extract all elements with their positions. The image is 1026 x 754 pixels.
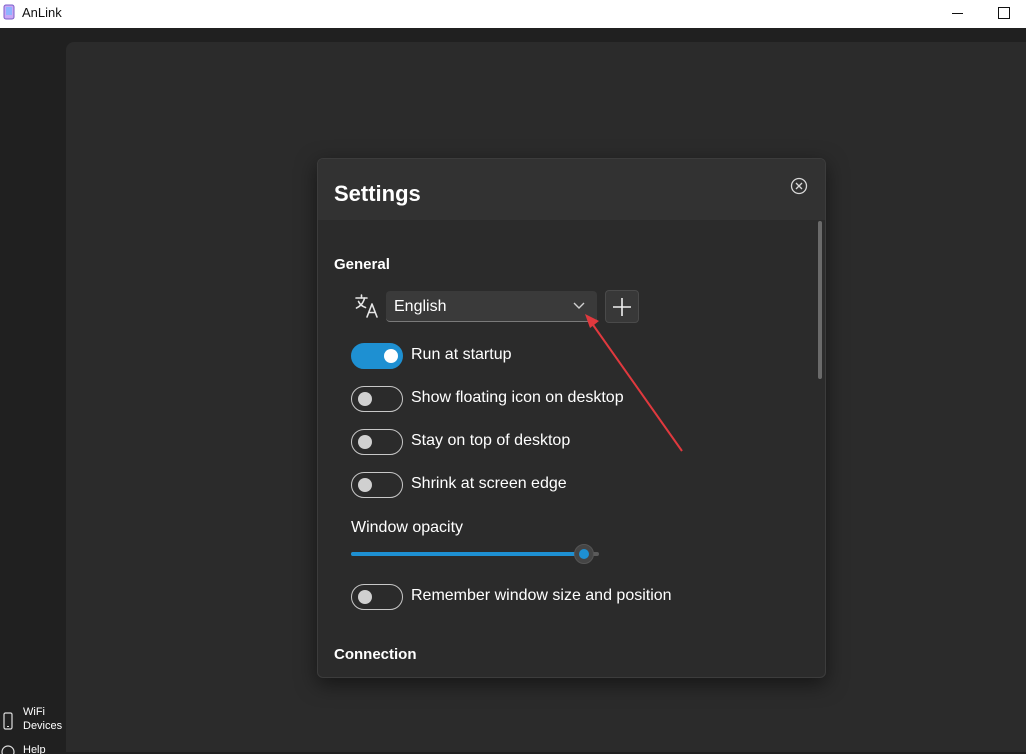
minimize-button[interactable] [934, 0, 980, 28]
setting-show-floating-icon: Show floating icon on desktop [351, 386, 791, 412]
toggle-switch[interactable] [351, 343, 403, 369]
phone-icon [3, 712, 13, 730]
section-heading-general: General [334, 256, 390, 273]
chevron-down-icon [573, 302, 585, 309]
section-heading-connection: Connection [334, 646, 417, 663]
slider-fill [351, 552, 585, 556]
language-dropdown[interactable]: English [386, 291, 597, 322]
maximize-button[interactable] [980, 0, 1026, 28]
plus-icon [613, 298, 631, 316]
sidebar: WiFi Devices Help [0, 28, 66, 754]
sidebar-item-label: Help [23, 744, 46, 754]
sidebar-item-wifi-devices[interactable]: WiFi Devices [0, 704, 66, 740]
close-icon[interactable] [790, 177, 808, 195]
language-selected-value: English [394, 298, 447, 315]
toggle-label: Run at startup [411, 346, 512, 363]
sidebar-item-help[interactable]: Help [0, 742, 66, 754]
dialog-title: Settings [334, 181, 421, 206]
scrollbar[interactable] [818, 221, 822, 379]
window-opacity-label: Window opacity [351, 519, 464, 536]
add-language-button[interactable] [605, 290, 639, 323]
toggle-switch[interactable] [351, 472, 403, 498]
anlink-app-icon [3, 4, 15, 20]
toggle-label: Show floating icon on desktop [411, 389, 624, 406]
setting-remember-window: Remember window size and position [351, 584, 791, 610]
setting-stay-on-top: Stay on top of desktop [351, 429, 791, 455]
sidebar-item-label: WiFi Devices [23, 706, 63, 732]
setting-shrink-at-edge: Shrink at screen edge [351, 472, 791, 498]
toggle-switch[interactable] [351, 584, 403, 610]
settings-dialog: Settings General English Run at startup … [317, 158, 826, 678]
toggle-label: Shrink at screen edge [411, 475, 567, 492]
title-bar: AnLink [0, 0, 1026, 28]
toggle-label: Remember window size and position [411, 587, 672, 604]
slider-thumb[interactable] [574, 544, 595, 564]
toggle-switch[interactable] [351, 386, 403, 412]
toggle-label: Stay on top of desktop [411, 432, 571, 449]
dialog-header: Settings [318, 159, 825, 220]
window-title: AnLink [22, 5, 62, 20]
window-opacity-slider[interactable] [351, 544, 599, 564]
setting-run-at-startup: Run at startup [351, 343, 791, 369]
translate-icon [355, 294, 378, 318]
help-icon [1, 745, 15, 754]
toggle-switch[interactable] [351, 429, 403, 455]
